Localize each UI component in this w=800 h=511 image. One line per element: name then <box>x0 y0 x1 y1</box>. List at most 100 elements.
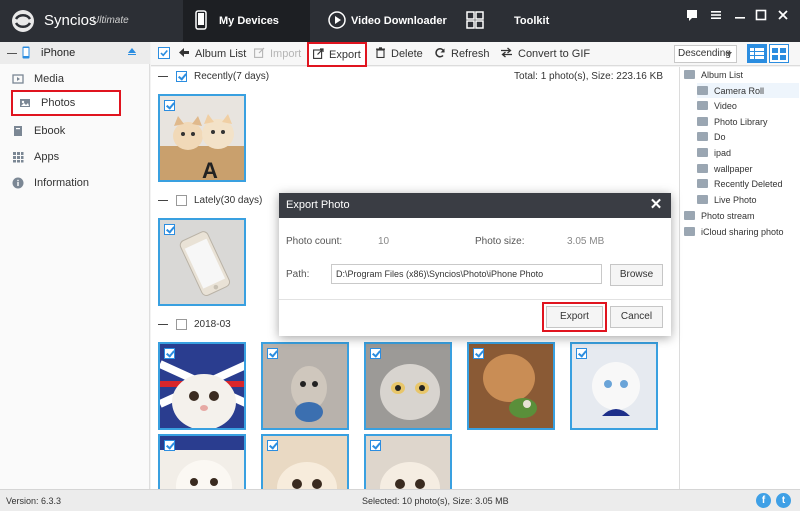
sidebar-item-label: Information <box>34 177 90 189</box>
sort-value: Descending <box>678 48 731 59</box>
group-checkbox[interactable] <box>176 70 187 82</box>
photo-checkbox[interactable] <box>164 348 175 359</box>
album-label: Camera Roll <box>714 85 765 96</box>
photo-thumbnail[interactable] <box>261 434 349 489</box>
group-label: 2018-03 <box>194 318 231 330</box>
album-item-photo-stream[interactable]: Photo stream <box>684 208 755 223</box>
album-item-photo-library[interactable]: Photo Library <box>697 114 768 129</box>
twitter-icon[interactable]: t <box>776 493 791 508</box>
album-icon <box>697 148 708 157</box>
toolbar: Album List Import Export Delete Refresh … <box>151 42 800 67</box>
collapse-icon[interactable] <box>158 75 168 77</box>
sidebar-item-media[interactable]: Media <box>12 68 148 90</box>
sidebar-item-ebook[interactable]: Ebook <box>12 120 148 142</box>
dialog-title: Export Photo <box>279 193 671 218</box>
photo-checkbox[interactable] <box>164 100 175 111</box>
status-bar: Version: 6.3.3 Selected: 10 photo(s), Si… <box>0 489 800 511</box>
album-item-wallpaper[interactable]: wallpaper <box>697 161 753 176</box>
export-label: Export <box>329 48 361 61</box>
photo-checkbox[interactable] <box>370 440 381 451</box>
album-label: Live Photo <box>714 194 757 205</box>
video-icon <box>697 101 708 110</box>
album-label: Do <box>714 131 726 142</box>
photo-checkbox[interactable] <box>473 348 484 359</box>
dialog-cancel-button[interactable]: Cancel <box>610 306 663 328</box>
delete-button[interactable]: Delete <box>375 45 423 63</box>
album-item-live-photo[interactable]: Live Photo <box>697 192 757 207</box>
tab-video-downloader[interactable]: Video Downloader <box>328 0 458 42</box>
collapse-icon[interactable] <box>7 52 17 54</box>
sidebar-item-apps[interactable]: Apps <box>12 146 148 168</box>
group-checkbox[interactable] <box>176 194 187 206</box>
photo-thumbnail[interactable] <box>261 342 349 430</box>
import-button[interactable]: Import <box>254 45 301 63</box>
dialog-divider <box>279 299 671 300</box>
photo-checkbox[interactable] <box>164 224 175 235</box>
album-item-ipad[interactable]: ipad <box>697 145 731 160</box>
dialog-export-button[interactable]: Export <box>542 302 607 332</box>
close-icon[interactable] <box>775 7 791 23</box>
trash-icon <box>375 47 386 61</box>
convert-gif-button[interactable]: Convert to GIF <box>500 45 590 63</box>
minimize-icon[interactable] <box>732 7 748 23</box>
tab-toolkit[interactable]: Toolkit <box>466 0 566 42</box>
photo-thumbnail[interactable] <box>364 342 452 430</box>
photo-count-label: Photo count: <box>286 236 343 247</box>
facebook-icon[interactable]: f <box>756 493 771 508</box>
collapse-icon[interactable] <box>158 323 168 325</box>
browse-button[interactable]: Browse <box>610 264 663 286</box>
album-list-header[interactable]: Album List <box>684 67 743 82</box>
photo-checkbox[interactable] <box>576 348 587 359</box>
album-icon <box>684 70 695 79</box>
album-label: Video <box>714 100 737 111</box>
iphone-icon <box>22 46 30 62</box>
toolkit-icon <box>466 10 484 32</box>
dialog-close-icon[interactable]: ✕ <box>648 196 664 214</box>
tab-my-devices[interactable]: My Devices <box>183 0 310 42</box>
collapse-icon[interactable] <box>158 199 168 201</box>
sidebar-item-photos[interactable]: Photos <box>11 90 121 116</box>
photo-thumbnail[interactable] <box>570 342 658 430</box>
album-item-icloud-sharing[interactable]: iCloud sharing photo <box>684 224 784 239</box>
grid-view-button[interactable] <box>769 44 789 63</box>
eject-icon[interactable] <box>128 48 136 55</box>
photo-count-value: 10 <box>378 236 390 247</box>
photo-thumbnail[interactable] <box>158 218 246 306</box>
album-item-camera-roll[interactable]: Camera Roll <box>697 83 799 98</box>
photo-thumbnail[interactable] <box>158 342 246 430</box>
refresh-button[interactable]: Refresh <box>434 45 490 63</box>
select-all-checkbox[interactable] <box>158 47 170 59</box>
album-list-button[interactable]: Album List <box>178 45 246 63</box>
photo-checkbox[interactable] <box>370 348 381 359</box>
photo-thumbnail[interactable] <box>467 342 555 430</box>
convert-icon <box>500 47 513 61</box>
selection-summary: Selected: 10 photo(s), Size: 3.05 MB <box>362 496 509 506</box>
group-header-recent: Recently(7 days) Total: 1 photo(s), Size… <box>151 67 679 85</box>
tab-label: Toolkit <box>514 15 550 27</box>
convert-label: Convert to GIF <box>518 48 591 60</box>
message-icon[interactable] <box>684 7 700 23</box>
menu-icon[interactable] <box>708 7 724 23</box>
list-view-button[interactable] <box>747 44 767 63</box>
sort-select[interactable]: Descending <box>674 45 737 63</box>
photo-checkbox[interactable] <box>164 440 175 451</box>
album-item-do[interactable]: Do <box>697 129 726 144</box>
photo-thumbnail[interactable] <box>364 434 452 489</box>
photo-thumbnail[interactable]: A <box>158 94 246 182</box>
photo-checkbox[interactable] <box>267 440 278 451</box>
album-item-recently-deleted[interactable]: Recently Deleted <box>697 176 783 191</box>
group-label: Lately(30 days) <box>194 194 263 206</box>
photo-thumbnail[interactable] <box>158 434 246 489</box>
import-label: Import <box>270 48 302 60</box>
sidebar-item-information[interactable]: Information <box>12 172 148 194</box>
sidebar-item-label: Photos <box>41 97 76 109</box>
device-row[interactable]: iPhone <box>0 42 150 64</box>
export-button[interactable]: Export <box>307 42 367 67</box>
ebook-icon <box>12 125 24 137</box>
album-icon <box>697 179 708 188</box>
group-checkbox[interactable] <box>176 318 187 330</box>
photo-checkbox[interactable] <box>267 348 278 359</box>
path-input[interactable] <box>331 264 602 284</box>
maximize-icon[interactable] <box>753 7 769 23</box>
album-item-video[interactable]: Video <box>697 98 737 113</box>
